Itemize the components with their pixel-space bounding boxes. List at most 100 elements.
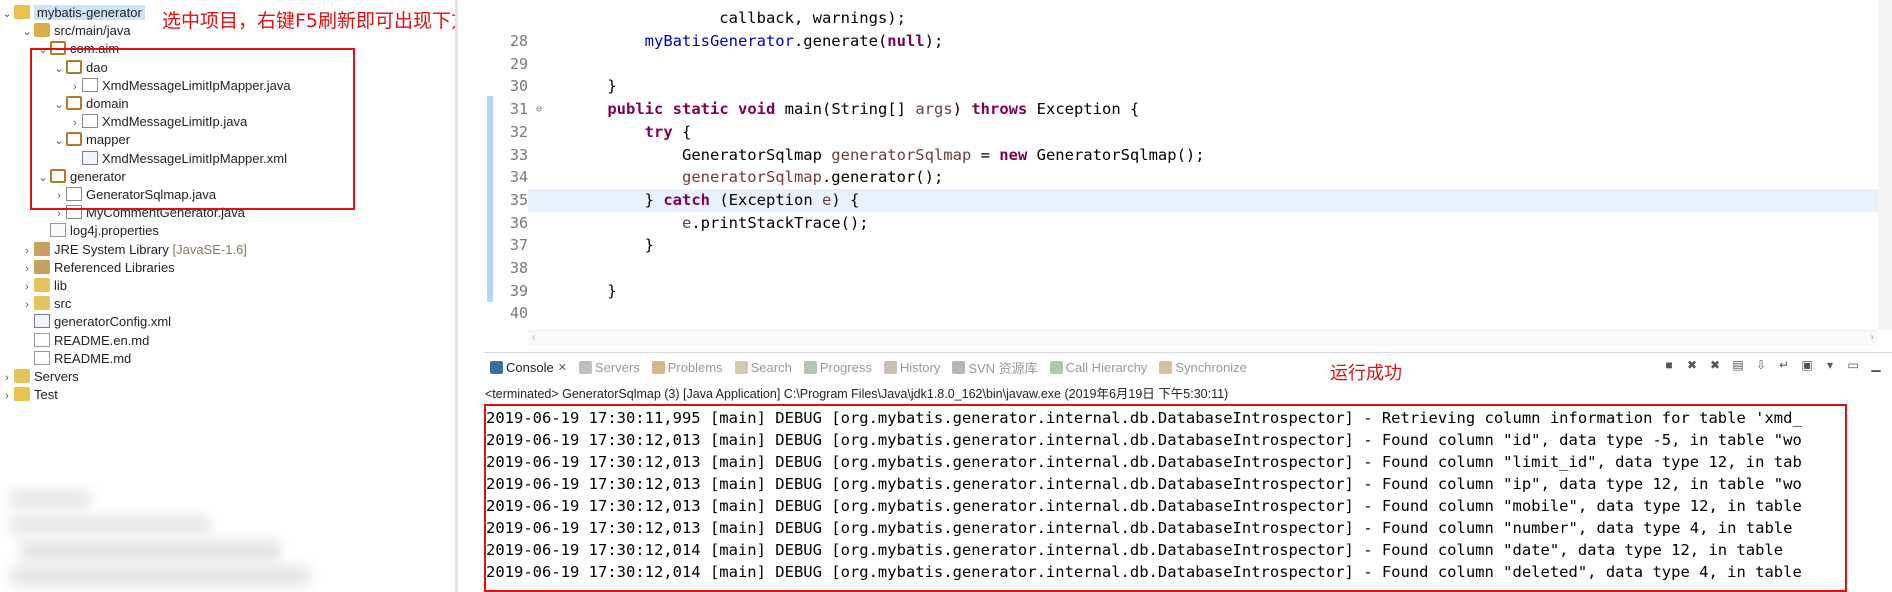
line-number: 39 — [509, 281, 528, 300]
remove-all-icon[interactable]: ✖ — [1707, 357, 1723, 373]
tab-label: SVN 资源库 — [968, 360, 1038, 376]
line-number: 29 — [509, 54, 528, 73]
scroll-right-icon[interactable]: › — [1871, 332, 1874, 343]
fold-toggle-icon[interactable]: ⊖ — [530, 98, 542, 121]
tab-label: Servers — [594, 359, 640, 375]
code-line: } catch (Exception e) { — [570, 190, 860, 209]
tree-item-label: README.en.md — [54, 332, 150, 348]
tree-item-label: README.md — [54, 350, 132, 366]
generated-files-highlight — [30, 48, 355, 210]
scroll-left-icon[interactable]: ‹ — [532, 332, 535, 343]
folder-icon — [34, 278, 50, 292]
problems-icon — [651, 360, 665, 374]
java-editor[interactable]: callback, warnings); 28 myBatisGenerator… — [484, 0, 1892, 352]
tab-label: Console — [506, 359, 554, 375]
console-annotation: 运行成功 — [1330, 363, 1402, 384]
tab-synchronize[interactable]: Synchronize — [1153, 355, 1253, 379]
project-icon — [14, 5, 30, 19]
tab-console[interactable]: Console ✕ — [484, 355, 573, 379]
chevron-right-icon[interactable]: › — [0, 385, 14, 407]
tab-problems[interactable]: Problems — [646, 355, 729, 379]
folder-icon — [34, 296, 50, 311]
tab-label: Progress — [819, 359, 872, 375]
line-number: 30 — [509, 77, 528, 96]
folder-icon — [14, 369, 30, 383]
terminated-status: <terminated> GeneratorSqlmap (3) [Java A… — [485, 387, 1229, 401]
call-hierarchy-icon — [1049, 360, 1063, 374]
tree-item-label: src/main/java — [54, 23, 131, 39]
code-line: e.printStackTrace(); — [681, 213, 869, 232]
servers-icon — [578, 360, 592, 374]
line-number: 34 — [509, 168, 528, 187]
tree-item-label: Servers — [34, 369, 79, 384]
tree-item-label: generatorConfig.xml — [54, 314, 172, 330]
search-icon — [734, 360, 748, 374]
console-icon — [490, 360, 503, 374]
overview-ruler — [484, 0, 494, 340]
line-number: 36 — [509, 213, 528, 232]
tab-progress[interactable]: Progress — [798, 355, 878, 379]
close-icon[interactable]: ✕ — [558, 361, 567, 374]
remove-launch-icon[interactable]: ✖ — [1684, 357, 1700, 373]
package-explorer: ⌄ mybatis-generator ⌄ src/main/java ⌄ com.aim… — [0, 0, 458, 592]
tab-search[interactable]: Search — [729, 355, 798, 379]
vertical-scrollbar[interactable] — [1878, 0, 1892, 330]
code-line: } — [570, 281, 617, 300]
source-folder-icon — [34, 23, 50, 38]
clear-console-icon[interactable]: ▤ — [1730, 357, 1746, 373]
horizontal-scrollbar[interactable]: ‹ › — [528, 330, 1878, 346]
console-output-highlight — [484, 404, 1847, 592]
tree-item-label: log4j.properties — [70, 223, 159, 239]
line-number: 31 — [509, 100, 528, 119]
code-line: myBatisGenerator.generate(null); — [644, 32, 944, 50]
terminate-icon[interactable]: ■ — [1661, 357, 1677, 373]
explorer-annotation: 选中项目，右键F5刷新即可出现下方文件 — [162, 10, 458, 32]
text-file-icon — [34, 350, 50, 365]
line-number: 33 — [509, 145, 528, 164]
blurred-area — [0, 480, 455, 592]
text-file-icon — [34, 332, 50, 347]
history-icon — [883, 360, 897, 374]
tree-item-label: Referenced Libraries — [54, 259, 175, 275]
tab-label: History — [899, 359, 941, 375]
library-icon — [34, 241, 50, 256]
tab-history[interactable]: History — [878, 355, 946, 379]
line-number: 35 — [509, 190, 528, 209]
tree-item-label: mybatis-generator — [34, 5, 145, 20]
word-wrap-icon[interactable]: ↵ — [1776, 357, 1792, 373]
scroll-lock-icon[interactable]: ⇩ — [1753, 357, 1769, 373]
code-line: } — [570, 77, 617, 96]
tab-label: Search — [750, 359, 792, 375]
code-line: GeneratorSqlmap generatorSqlmap = new Ge… — [570, 145, 1205, 164]
line-number: 38 — [509, 259, 528, 277]
tab-svn-资源库[interactable]: SVN 资源库 — [946, 355, 1043, 379]
pin-console-icon[interactable]: ▣ — [1799, 357, 1815, 373]
tab-label: Problems — [667, 359, 723, 375]
svn-icon — [952, 360, 966, 374]
ruler-highlight — [487, 96, 493, 302]
tab-servers[interactable]: Servers — [573, 355, 646, 379]
minimize-icon[interactable]: ▁ — [1868, 357, 1884, 373]
line-number: 32 — [509, 122, 528, 141]
xml-file-icon — [34, 314, 50, 329]
console-view: Console ✕ Servers Problems Search Progress His… — [484, 352, 1892, 592]
library-icon — [34, 259, 50, 274]
open-console-icon[interactable]: ▭ — [1845, 357, 1861, 373]
code-line: } — [570, 236, 654, 255]
display-console-icon[interactable]: ▾ — [1822, 357, 1838, 373]
tree-item-label: JRE System Library — [54, 241, 169, 257]
tab-label: Synchronize — [1175, 359, 1247, 375]
view-splitter[interactable] — [455, 0, 458, 592]
tree-item-decoration: [JavaSE-1.6] — [168, 241, 247, 257]
properties-file-icon — [50, 223, 66, 238]
tree-item-label: src — [54, 296, 72, 312]
tree-item-label: lib — [54, 278, 68, 293]
code-line: generatorSqlmap.generator(); — [681, 168, 944, 187]
line-number: 40 — [509, 304, 528, 323]
code-line: public static void main(String[] args) t… — [607, 100, 1140, 119]
console-toolbar: ■ ✖ ✖ ▤ ⇩ ↵ ▣ ▾ ▭ ▁ — [1661, 357, 1884, 373]
tree-item[interactable]: › Test — [0, 384, 58, 406]
project-icon — [14, 387, 30, 402]
progress-icon — [803, 360, 817, 374]
tab-call-hierarchy[interactable]: Call Hierarchy — [1044, 355, 1154, 379]
